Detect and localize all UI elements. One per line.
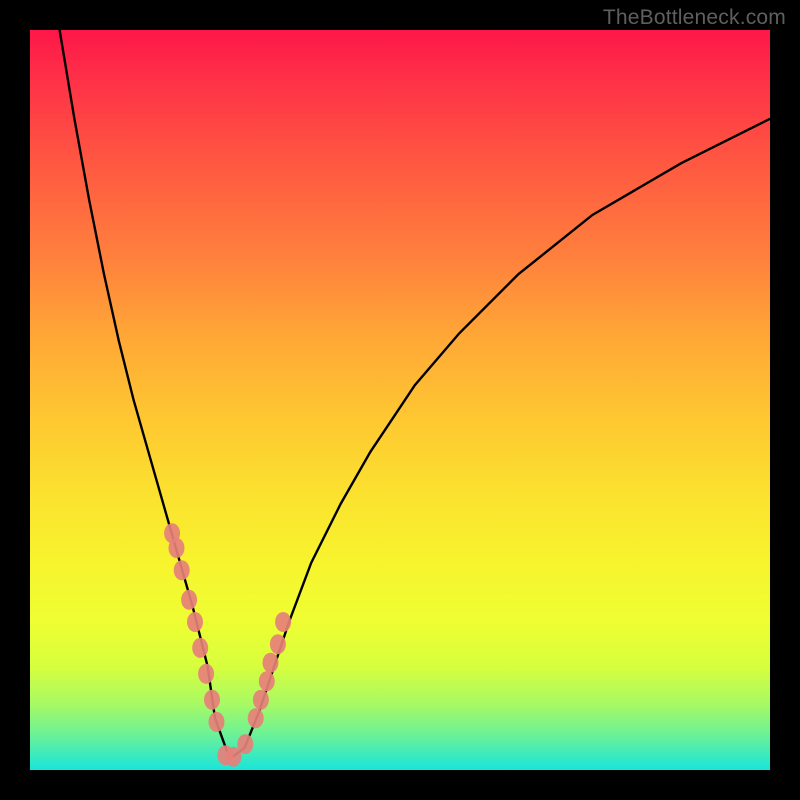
marker-point (275, 612, 291, 632)
marker-point (187, 612, 203, 632)
marker-group (164, 523, 291, 767)
watermark-text: TheBottleneck.com (603, 6, 786, 30)
marker-point (181, 590, 197, 610)
marker-point (259, 671, 275, 691)
marker-point (192, 638, 208, 658)
marker-point (248, 708, 264, 728)
marker-point (174, 560, 190, 580)
curve-group (60, 30, 770, 767)
chart-container: TheBottleneck.com (0, 0, 800, 800)
marker-point (204, 690, 220, 710)
marker-point (253, 690, 269, 710)
marker-point (237, 734, 253, 754)
marker-point (270, 634, 286, 654)
marker-point (263, 653, 279, 673)
marker-point (198, 664, 214, 684)
curve-svg (30, 30, 770, 770)
bottleneck-curve (60, 30, 770, 759)
marker-point (169, 538, 185, 558)
marker-point (209, 712, 225, 732)
plot-area (30, 30, 770, 770)
